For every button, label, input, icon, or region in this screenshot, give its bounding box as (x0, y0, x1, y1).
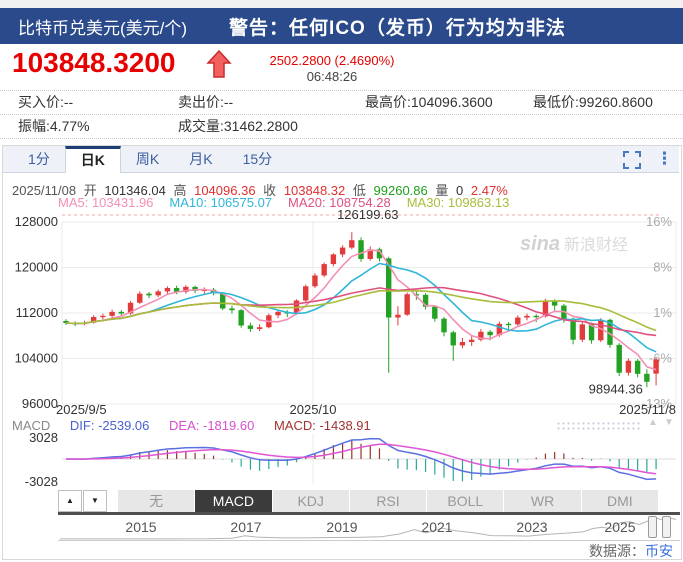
pane-up-icon[interactable]: ▲ (648, 417, 658, 428)
quote-field-volume: 成交量:31462.2800 (178, 115, 298, 138)
macd-dif-value: DIF: -2539.06 (70, 418, 150, 433)
svg-text:-6%: -6% (649, 351, 673, 366)
quote-fields-row1: 买入价:-- 卖出价:-- 最高价:104096.3600 最低价:99260.860… (0, 90, 683, 115)
indicator-tab-none[interactable]: 无 (118, 490, 194, 512)
pane-down-icon[interactable]: ▼ (664, 417, 674, 428)
indicator-down-button[interactable]: ▼ (83, 490, 107, 512)
indicator-up-button[interactable]: ▲ (58, 490, 82, 512)
header-bar: 比特币兑美元(美元/个) 警告：任何ICO（发币）行为均为非法 (0, 8, 683, 44)
price-change: 2502.2800 (2.4690%) (252, 53, 412, 68)
svg-text:98944.36: 98944.36 (589, 381, 643, 396)
year-label-2021: 2021 (415, 519, 459, 535)
indicator-tab-rsi[interactable]: RSI (350, 490, 426, 512)
svg-text:96000: 96000 (22, 396, 58, 411)
svg-text:120000: 120000 (15, 260, 58, 275)
svg-text:2025/9/5: 2025/9/5 (56, 402, 107, 417)
svg-text:126199.63: 126199.63 (337, 208, 398, 222)
year-label-2025: 2025 (598, 519, 642, 535)
quote-time: 06:48:26 (252, 69, 412, 84)
svg-text:-3028: -3028 (25, 474, 58, 489)
indicator-tab-wr[interactable]: WR (504, 490, 580, 512)
quote-field-high: 最高价:104096.3600 (365, 91, 493, 114)
fullscreen-icon[interactable] (622, 150, 642, 170)
tab-1min[interactable]: 1分 (13, 146, 65, 173)
period-tabbar: 1分日K周K月K15分 (3, 146, 679, 173)
data-source-link[interactable]: 币安 (645, 543, 673, 559)
quote-field-bid: 买入价:-- (18, 91, 73, 114)
quote-field-ask: 卖出价:-- (178, 91, 233, 114)
svg-text:112000: 112000 (16, 305, 58, 320)
macd-readout: MACD DIF: -2539.06 DEA: -1819.60 MACD: -… (12, 418, 387, 433)
year-label-2019: 2019 (320, 519, 364, 535)
pane-drag-handle[interactable] (556, 421, 642, 432)
more-menu-icon[interactable]: ⋮ (656, 148, 672, 170)
quote-fields-row2: 振幅:4.77% 成交量:31462.2800 (0, 115, 683, 139)
data-source: 数据源：币安 (589, 541, 673, 561)
up-arrow-icon (206, 50, 232, 78)
svg-text:3028: 3028 (29, 432, 58, 445)
data-source-label: 数据源： (589, 543, 645, 559)
quote-fields: 买入价:-- 卖出价:-- 最高价:104096.3600 最低价:99260.860… (0, 90, 683, 139)
tab-monthly[interactable]: 月K (174, 146, 227, 173)
svg-text:16%: 16% (646, 214, 672, 229)
quote-field-amplitude: 振幅:4.77% (18, 115, 90, 138)
tab-daily[interactable]: 日K (65, 146, 121, 173)
year-label-2015: 2015 (119, 519, 163, 535)
macd-dea-value: DEA: -1819.60 (169, 418, 254, 433)
macd-macd-value: MACD: -1438.91 (274, 418, 371, 433)
svg-text:2025/11/8: 2025/11/8 (619, 402, 676, 417)
year-label-2017: 2017 (224, 519, 268, 535)
indicator-tab-macd[interactable]: MACD (195, 490, 271, 512)
svg-text:8%: 8% (653, 260, 672, 275)
navigator-handle-right[interactable] (662, 516, 671, 538)
svg-text:2025/10: 2025/10 (290, 402, 337, 417)
instrument-title: 比特币兑美元(美元/个) (18, 14, 187, 39)
macd-chart[interactable]: 3028 -3028 (0, 432, 683, 490)
ico-warning-text: 警告：任何ICO（发币）行为均为非法 (229, 13, 566, 40)
quote-field-low: 最低价:99260.8600 (533, 91, 653, 114)
macd-pane-label: MACD (12, 418, 50, 433)
svg-text:1%: 1% (653, 305, 672, 320)
indicator-controls: ▲ ▼ (58, 490, 108, 512)
navigator-handle-left[interactable] (648, 516, 657, 538)
btc-quote-page: 比特币兑美元(美元/个) 警告：任何ICO（发币）行为均为非法 103848.3… (0, 0, 683, 562)
year-label-2023: 2023 (510, 519, 554, 535)
candlestick-chart[interactable]: 12800016%1200008%1120001%104000-6%96000-… (0, 208, 683, 432)
indicator-tab-boll[interactable]: BOLL (427, 490, 503, 512)
tab-15min[interactable]: 15分 (228, 146, 288, 173)
indicator-tab-kdj[interactable]: KDJ (273, 490, 349, 512)
svg-text:104000: 104000 (15, 351, 58, 366)
last-price: 103848.3200 (12, 47, 176, 79)
indicator-tab-dmi[interactable]: DMI (582, 490, 658, 512)
indicator-tabbar: 无MACDKDJRSIBOLLWRDMI (118, 490, 658, 512)
tab-weekly[interactable]: 周K (121, 146, 174, 173)
svg-text:128000: 128000 (15, 214, 58, 229)
timeline-navigator[interactable]: 2015 2017 2019 2021 2023 2025 (58, 515, 680, 541)
